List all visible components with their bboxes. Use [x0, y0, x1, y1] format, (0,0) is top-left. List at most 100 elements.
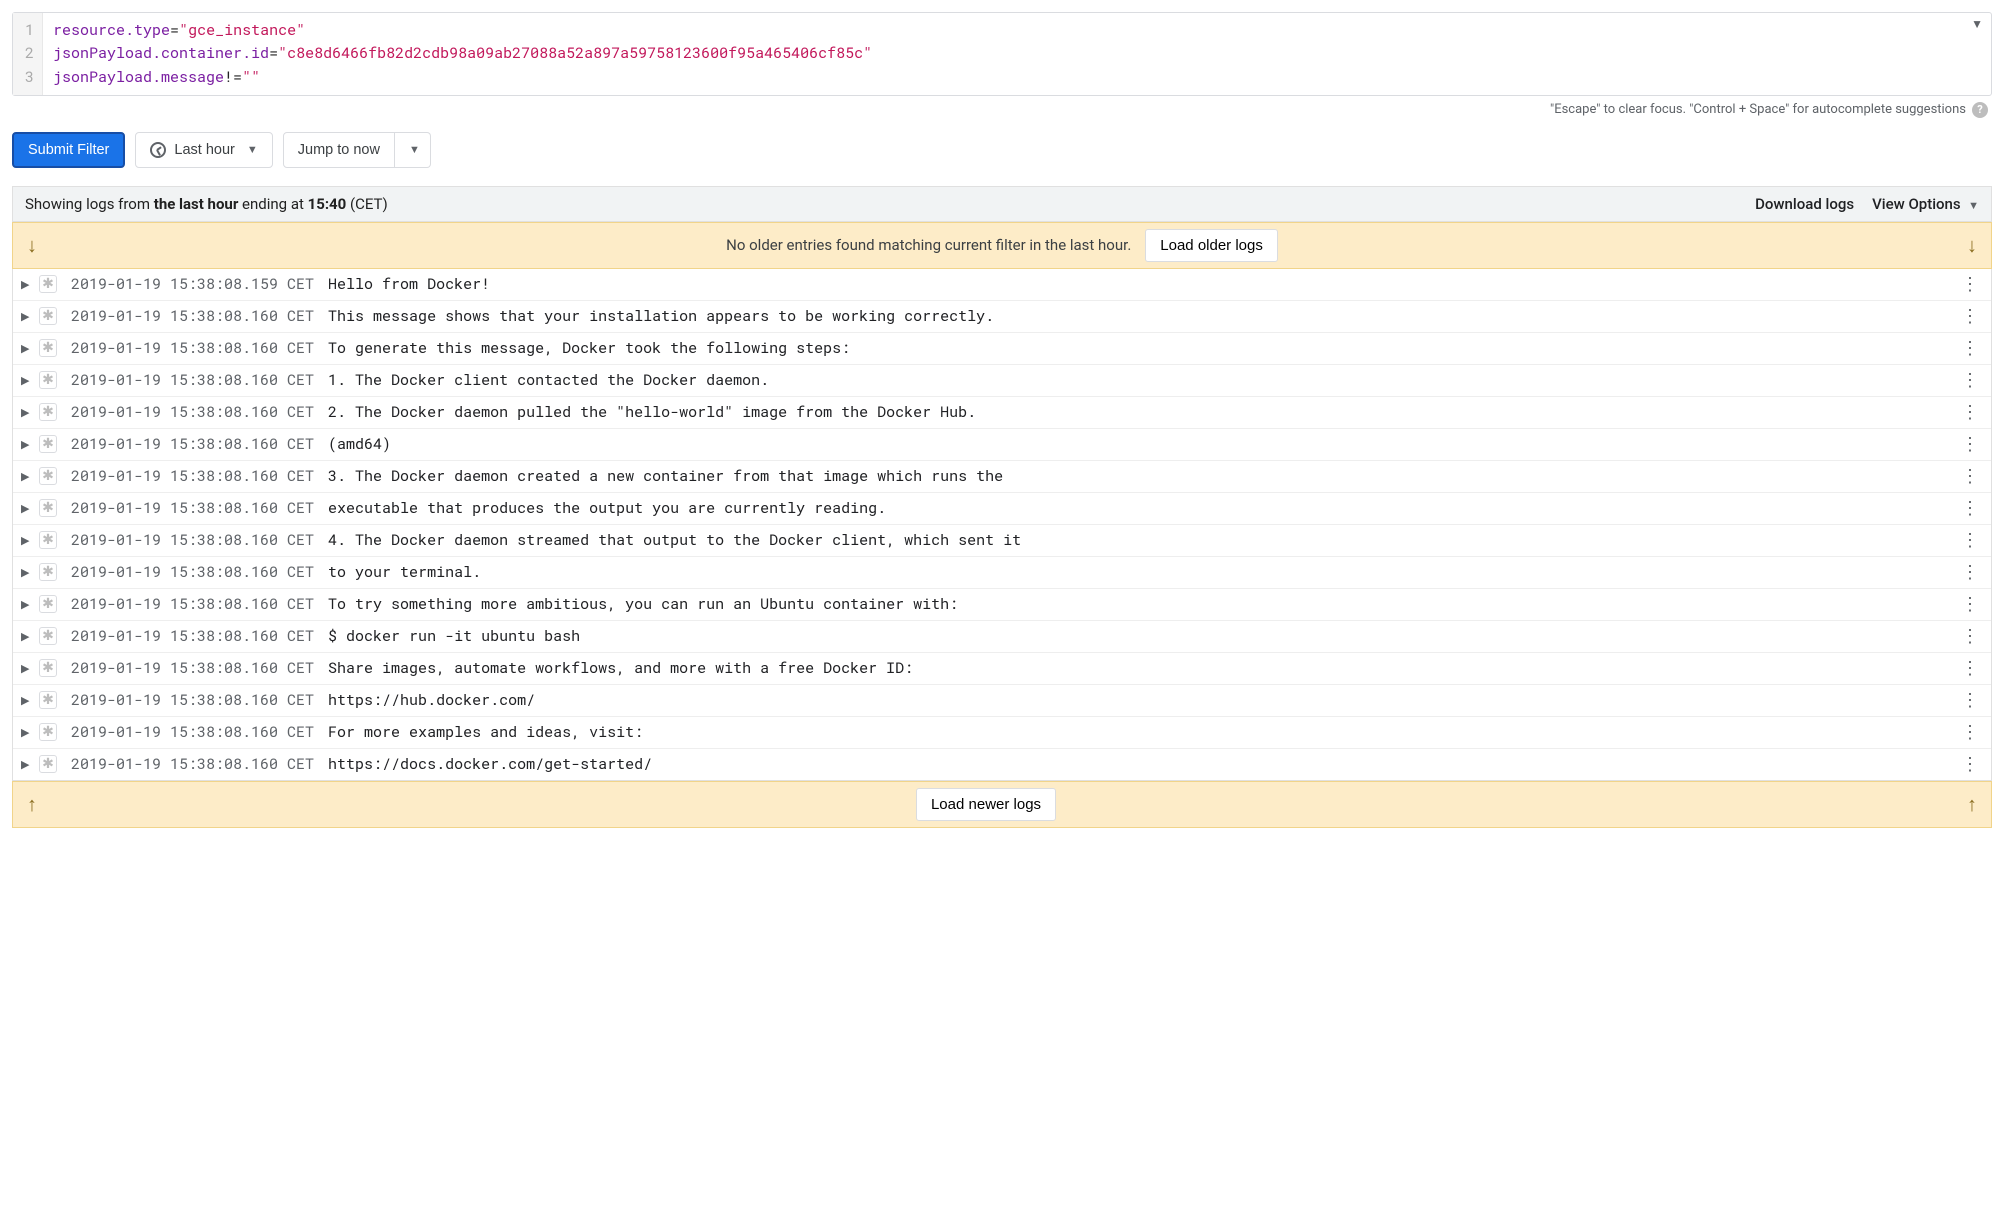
expand-icon[interactable]: ▶	[21, 374, 31, 387]
submit-filter-button[interactable]: Submit Filter	[12, 132, 125, 168]
log-timestamp: 2019-01-19 15:38:08.160 CET	[71, 402, 314, 422]
row-menu-icon[interactable]: ⋮	[1957, 370, 1983, 391]
log-message: https://hub.docker.com/	[328, 690, 1949, 710]
severity-icon[interactable]: ✱	[39, 723, 57, 741]
log-message: 4. The Docker daemon streamed that outpu…	[328, 530, 1949, 550]
log-row[interactable]: ▶✱2019-01-19 15:38:08.160 CETFor more ex…	[13, 717, 1991, 749]
log-row[interactable]: ▶✱2019-01-19 15:38:08.160 CET$ docker ru…	[13, 621, 1991, 653]
row-menu-icon[interactable]: ⋮	[1957, 466, 1983, 487]
row-menu-icon[interactable]: ⋮	[1957, 754, 1983, 775]
filter-gutter: 1 2 3	[13, 13, 43, 95]
log-timestamp: 2019-01-19 15:38:08.160 CET	[71, 434, 314, 454]
log-row[interactable]: ▶✱2019-01-19 15:38:08.160 CETTo try some…	[13, 589, 1991, 621]
log-message: https://docs.docker.com/get-started/	[328, 754, 1949, 774]
log-row[interactable]: ▶✱2019-01-19 15:38:08.160 CETThis messag…	[13, 301, 1991, 333]
filter-editor[interactable]: 1 2 3 resource.type="gce_instance" jsonP…	[12, 12, 1992, 96]
log-row[interactable]: ▶✱2019-01-19 15:38:08.160 CEThttps://doc…	[13, 749, 1991, 780]
row-menu-icon[interactable]: ⋮	[1957, 498, 1983, 519]
severity-icon[interactable]: ✱	[39, 563, 57, 581]
log-row[interactable]: ▶✱2019-01-19 15:38:08.160 CETTo generate…	[13, 333, 1991, 365]
severity-icon[interactable]: ✱	[39, 307, 57, 325]
log-row[interactable]: ▶✱2019-01-19 15:38:08.160 CETexecutable …	[13, 493, 1991, 525]
log-row[interactable]: ▶✱2019-01-19 15:38:08.160 CEThttps://hub…	[13, 685, 1991, 717]
row-menu-icon[interactable]: ⋮	[1957, 434, 1983, 455]
log-timestamp: 2019-01-19 15:38:08.160 CET	[71, 370, 314, 390]
row-menu-icon[interactable]: ⋮	[1957, 626, 1983, 647]
log-timestamp: 2019-01-19 15:38:08.160 CET	[71, 466, 314, 486]
row-menu-icon[interactable]: ⋮	[1957, 530, 1983, 551]
filter-key: jsonPayload.container.id	[53, 43, 269, 63]
hint-text: "Escape" to clear focus. "Control + Spac…	[1550, 102, 1966, 117]
severity-icon[interactable]: ✱	[39, 595, 57, 613]
severity-icon[interactable]: ✱	[39, 755, 57, 773]
scroll-down-icon[interactable]: ↓	[1963, 233, 1981, 258]
expand-icon[interactable]: ▶	[21, 630, 31, 643]
severity-icon[interactable]: ✱	[39, 435, 57, 453]
expand-icon[interactable]: ▶	[21, 662, 31, 675]
severity-icon[interactable]: ✱	[39, 403, 57, 421]
log-row[interactable]: ▶✱2019-01-19 15:38:08.160 CET2. The Dock…	[13, 397, 1991, 429]
expand-icon[interactable]: ▶	[21, 694, 31, 707]
toolbar: Submit Filter Last hour ▼ Jump to now ▼	[12, 132, 1992, 168]
log-message: 3. The Docker daemon created a new conta…	[328, 466, 1949, 486]
view-options-label: View Options	[1872, 195, 1961, 213]
log-row[interactable]: ▶✱2019-01-19 15:38:08.160 CET4. The Dock…	[13, 525, 1991, 557]
severity-icon[interactable]: ✱	[39, 371, 57, 389]
severity-icon[interactable]: ✱	[39, 659, 57, 677]
load-newer-logs-button[interactable]: Load newer logs	[916, 788, 1056, 821]
log-timestamp: 2019-01-19 15:38:08.160 CET	[71, 498, 314, 518]
row-menu-icon[interactable]: ⋮	[1957, 722, 1983, 743]
scroll-up-icon[interactable]: ↑	[23, 792, 41, 817]
expand-icon[interactable]: ▶	[21, 342, 31, 355]
severity-icon[interactable]: ✱	[39, 339, 57, 357]
log-timestamp: 2019-01-19 15:38:08.160 CET	[71, 658, 314, 678]
severity-icon[interactable]: ✱	[39, 275, 57, 293]
expand-icon[interactable]: ▶	[21, 278, 31, 291]
scroll-down-icon[interactable]: ↓	[23, 233, 41, 258]
log-row[interactable]: ▶✱2019-01-19 15:38:08.160 CETto your ter…	[13, 557, 1991, 589]
status-text: Showing logs from the last hour ending a…	[25, 195, 388, 213]
view-options-button[interactable]: View Options ▼	[1872, 195, 1979, 213]
expand-icon[interactable]: ▶	[21, 470, 31, 483]
row-menu-icon[interactable]: ⋮	[1957, 690, 1983, 711]
log-row[interactable]: ▶✱2019-01-19 15:38:08.160 CET1. The Dock…	[13, 365, 1991, 397]
log-row[interactable]: ▶✱2019-01-19 15:38:08.159 CETHello from …	[13, 269, 1991, 301]
row-menu-icon[interactable]: ⋮	[1957, 594, 1983, 615]
time-range-button[interactable]: Last hour ▼	[135, 132, 272, 168]
row-menu-icon[interactable]: ⋮	[1957, 306, 1983, 327]
jump-to-now-button[interactable]: Jump to now	[283, 132, 395, 168]
expand-icon[interactable]: ▶	[21, 598, 31, 611]
severity-icon[interactable]: ✱	[39, 691, 57, 709]
severity-icon[interactable]: ✱	[39, 531, 57, 549]
filter-dropdown-icon[interactable]: ▼	[1971, 17, 1983, 31]
scroll-up-icon[interactable]: ↑	[1963, 792, 1981, 817]
log-message: For more examples and ideas, visit:	[328, 722, 1949, 742]
jump-to-now-dropdown[interactable]: ▼	[395, 132, 431, 168]
filter-code[interactable]: resource.type="gce_instance" jsonPayload…	[43, 13, 1991, 95]
row-menu-icon[interactable]: ⋮	[1957, 338, 1983, 359]
expand-icon[interactable]: ▶	[21, 534, 31, 547]
download-logs-link[interactable]: Download logs	[1755, 195, 1854, 213]
severity-icon[interactable]: ✱	[39, 467, 57, 485]
load-older-logs-button[interactable]: Load older logs	[1145, 229, 1278, 262]
filter-operator: !=	[224, 67, 242, 87]
log-row[interactable]: ▶ ✱ 2019-01-19 15:38:08.160 CET 3. The Dock…	[13, 461, 1991, 493]
expand-icon[interactable]: ▶	[21, 310, 31, 323]
expand-icon[interactable]: ▶	[21, 406, 31, 419]
help-icon[interactable]: ?	[1972, 102, 1988, 118]
row-menu-icon[interactable]: ⋮	[1957, 274, 1983, 295]
expand-icon[interactable]: ▶	[21, 502, 31, 515]
row-menu-icon[interactable]: ⋮	[1957, 402, 1983, 423]
expand-icon[interactable]: ▶	[21, 438, 31, 451]
expand-icon[interactable]: ▶	[21, 566, 31, 579]
row-menu-icon[interactable]: ⋮	[1957, 562, 1983, 583]
log-row[interactable]: ▶✱2019-01-19 15:38:08.160 CETShare image…	[13, 653, 1991, 685]
log-row[interactable]: ▶✱2019-01-19 15:38:08.160 CET(amd64)⋮	[13, 429, 1991, 461]
severity-icon[interactable]: ✱	[39, 627, 57, 645]
expand-icon[interactable]: ▶	[21, 758, 31, 771]
expand-icon[interactable]: ▶	[21, 726, 31, 739]
line-number: 1	[25, 19, 34, 42]
time-range-label: Last hour	[174, 142, 234, 158]
severity-icon[interactable]: ✱	[39, 499, 57, 517]
row-menu-icon[interactable]: ⋮	[1957, 658, 1983, 679]
